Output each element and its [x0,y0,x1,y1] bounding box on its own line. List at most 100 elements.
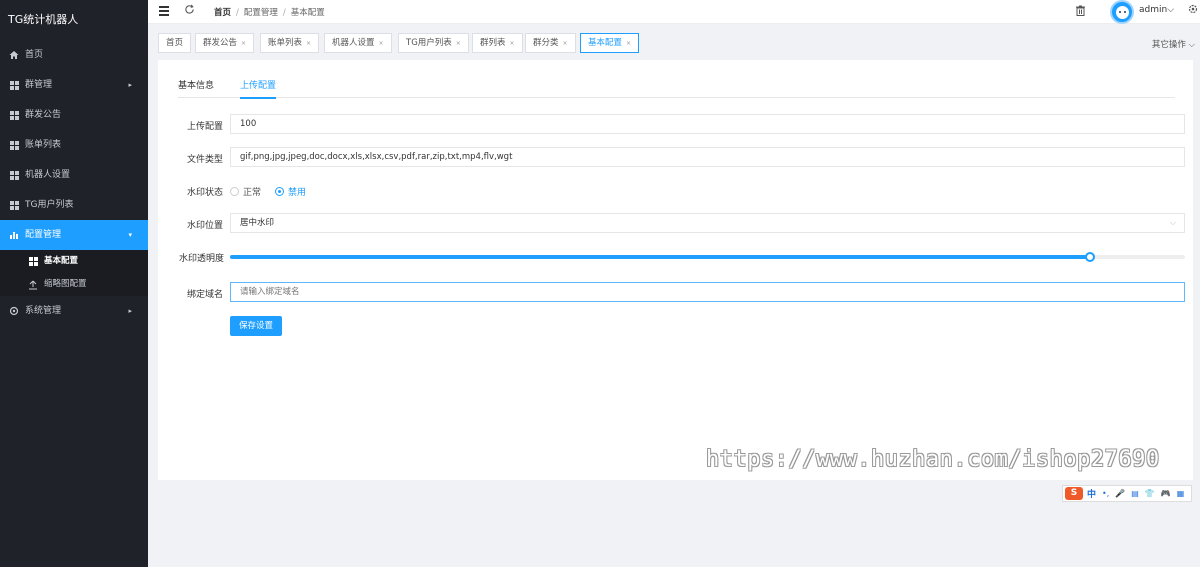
sidebar-item-group-management[interactable]: 群管理 ▸ [0,70,148,100]
grid-icon [28,257,38,266]
close-icon[interactable]: × [510,40,515,47]
sidebar-item-system[interactable]: 系统管理 ▸ [0,296,148,326]
page-tab-bot-settings[interactable]: 机器人设置 × [324,33,392,53]
trash-icon[interactable] [1076,5,1085,16]
close-icon[interactable]: × [306,40,311,47]
sidebar-item-label: 机器人设置 [25,170,71,180]
chevron-right-icon: ▸ [128,81,132,89]
file-types-input[interactable]: gif,png,jpg,jpeg,doc,docx,xls,xlsx,csv,p… [230,147,1185,167]
grid-icon [9,140,19,150]
breadcrumb-item: 基本配置 [290,8,325,18]
breadcrumb-item[interactable]: 首页 [214,8,231,18]
config-tabs: 基本信息 上传配置 [178,78,1175,99]
radio-circle-icon [230,186,239,196]
page-tabs-bar: 首页 群发公告 × 账单列表 × 机器人设置 × TG用户列表 × 群列表 × 群分类 × … [148,24,1200,58]
chevron-down-icon: ⌵ [1169,218,1176,227]
settings-gear-icon[interactable] [1188,4,1198,17]
avatar-face-icon [1115,5,1129,19]
page-tab-group-category[interactable]: 群分类 × [525,33,576,53]
radio-normal[interactable]: 正常 [230,185,261,198]
ime-language-toggle[interactable]: 中 [1087,487,1096,500]
close-icon[interactable]: × [626,40,631,47]
sidebar-subitem-label: 缩略图配置 [44,279,87,289]
username: admin [1139,5,1168,15]
punctuation-icon[interactable]: •, [1102,489,1109,498]
watermark-status-label: 水印状态 [186,188,223,198]
sidebar-item-label: 系统管理 [25,306,62,316]
refresh-icon[interactable] [184,4,195,18]
watermark-opacity-label: 水印透明度 [178,254,224,264]
bind-domain-input[interactable] [230,282,1185,302]
close-icon[interactable]: × [379,40,384,47]
app-brand: TG统计机器人 [0,0,148,40]
home-icon [9,50,19,60]
sidebar-item-broadcast[interactable]: 群发公告 [0,100,148,130]
close-icon[interactable]: × [563,40,568,47]
sidebar-item-home[interactable]: 首页 [0,40,148,70]
radio-label: 禁用 [288,187,307,198]
sogou-logo-icon[interactable]: S [1065,487,1083,500]
close-icon[interactable]: × [456,40,461,47]
watermark-opacity-slider[interactable] [230,252,1185,262]
breadcrumb-item[interactable]: 配置管理 [244,8,278,18]
sidebar-item-bot-settings[interactable]: 机器人设置 [0,160,148,190]
slider-handle[interactable] [1084,252,1095,262]
sidebar-subitem-thumbnail-config[interactable]: 缩略图配置 [0,273,148,296]
radio-label: 正常 [243,187,262,198]
skin-icon[interactable]: 👕 [1145,489,1155,498]
close-icon[interactable]: × [241,40,246,47]
chevron-right-icon: ▸ [128,307,132,315]
grid-icon [9,110,19,120]
microphone-icon[interactable]: 🎤 [1115,489,1125,498]
grid-icon [9,80,19,90]
game-icon[interactable]: 🎮 [1161,489,1171,498]
page-tab-broadcast[interactable]: 群发公告 × [195,33,255,53]
page-tab-home[interactable]: 首页 [158,33,192,53]
chevron-down-icon: ▾ [128,231,132,239]
breadcrumb-separator: / [236,8,239,18]
watermark-status-radio-group: 正常 禁用 [230,184,320,198]
page-tab-basic-config[interactable]: 基本配置 × [580,33,640,53]
page-tab-label: 群发公告 [203,38,238,48]
page-tab-label: 群列表 [480,38,506,48]
sidebar-subitem-basic-config[interactable]: 基本配置 [0,250,148,273]
page-tab-label: 首页 [166,38,184,48]
other-operations-dropdown[interactable]: 其它操作 ⌵ [1152,38,1195,50]
ime-toolbar: S 中 •, 🎤 ▤ 👕 🎮 ▦ [1062,485,1192,502]
page-tab-label: 账单列表 [268,38,303,48]
sidebar-item-label: 首页 [25,50,44,60]
tab-upload-config[interactable]: 上传配置 [240,78,277,99]
keyboard-icon[interactable]: ▤ [1131,489,1139,498]
grid-icon [9,170,19,180]
user-menu[interactable]: admin⌵ [1139,5,1174,15]
sidebar-item-label: 群管理 [25,80,53,90]
sidebar-item-config[interactable]: 配置管理 ▾ [0,220,148,250]
sidebar-item-tg-users[interactable]: TG用户列表 [0,190,148,220]
watermark-position-label: 水印位置 [186,221,223,231]
sidebar-item-label: 配置管理 [25,230,62,240]
tab-basic-info[interactable]: 基本信息 [178,78,214,98]
avatar[interactable] [1110,0,1134,24]
radio-checked-icon [275,186,285,196]
page-tab-label: 基本配置 [588,38,623,48]
upload-icon [28,280,38,290]
toolbox-icon[interactable]: ▦ [1177,489,1185,498]
config-card: 基本信息 上传配置 上传配置 100 文件类型 gif,png,jpg,jpeg… [158,60,1193,480]
sidebar-subitem-label: 基本配置 [44,256,79,266]
bar-chart-icon [9,230,19,240]
watermark-position-select[interactable]: 居中水印 ⌵ [230,213,1185,233]
page-tab-tg-users[interactable]: TG用户列表 × [398,33,469,53]
upload-size-label: 上传配置 [186,122,223,132]
radio-disabled[interactable]: 禁用 [275,185,306,198]
watermark-text: https://www.huzhan.com/ishop27690 [706,447,1160,472]
top-bar: 首页 / 配置管理 / 基本配置 admin⌵ [148,0,1200,24]
page-tab-group-list[interactable]: 群列表 × [472,33,523,53]
menu-toggle-icon[interactable] [159,6,169,16]
upload-size-input[interactable]: 100 [230,114,1185,134]
breadcrumb: 首页 / 配置管理 / 基本配置 [214,6,325,18]
sidebar-item-bills[interactable]: 账单列表 [0,130,148,160]
select-value: 居中水印 [240,218,275,228]
bind-domain-label: 绑定域名 [186,290,223,300]
page-tab-bills[interactable]: 账单列表 × [260,33,320,53]
save-button[interactable]: 保存设置 [230,316,282,336]
